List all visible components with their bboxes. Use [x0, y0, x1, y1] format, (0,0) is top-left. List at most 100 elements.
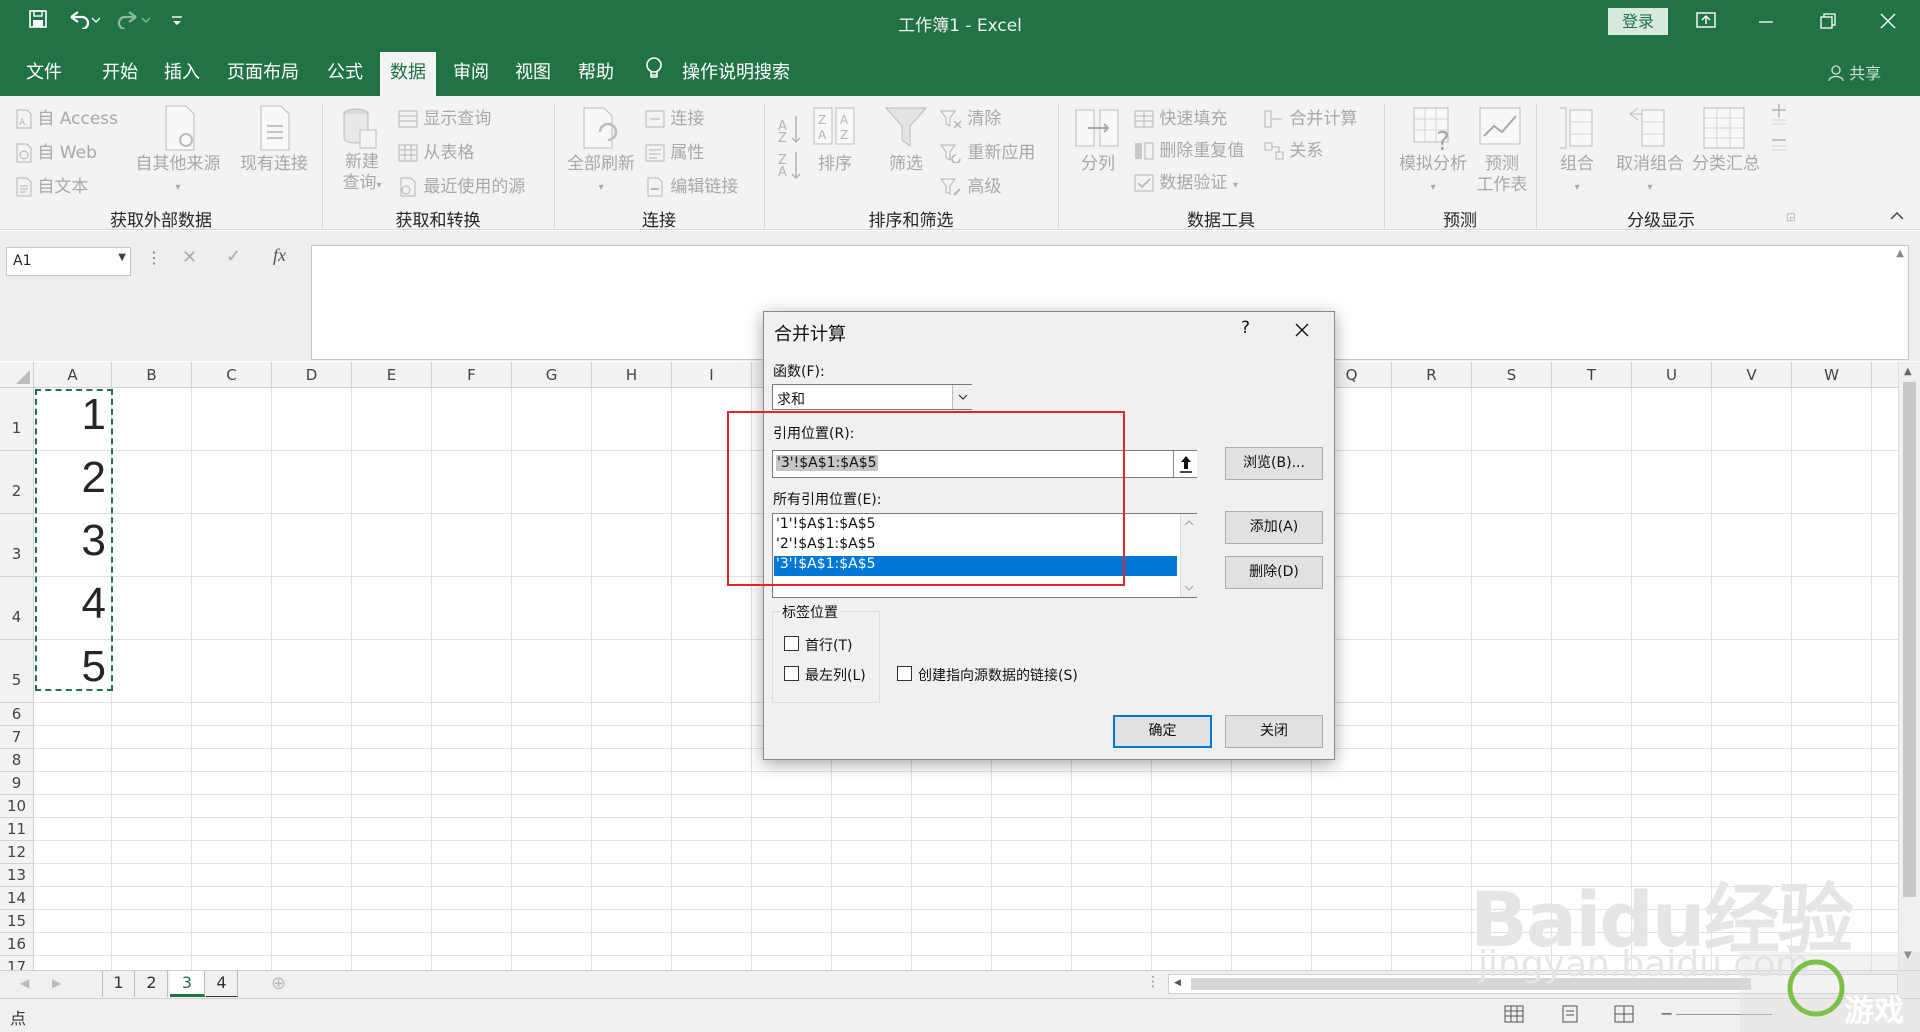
sheet-tab-3[interactable]: 3	[170, 971, 205, 997]
name-box[interactable]: A1 ▼	[6, 247, 131, 276]
advanced-filter-button[interactable]: 高级	[940, 172, 1001, 197]
sheet-tab-4[interactable]: 4	[206, 971, 238, 997]
row-header-17[interactable]: 17	[0, 956, 34, 970]
dialog-launcher-icon[interactable]: ◲	[1786, 212, 1795, 223]
close-icon[interactable]	[1294, 314, 1310, 344]
column-header-i[interactable]: I	[672, 362, 752, 388]
row-header-2[interactable]: 2	[0, 451, 34, 514]
show-queries-button[interactable]: 显示查询	[398, 104, 491, 129]
login-button[interactable]: 登录	[1608, 8, 1668, 35]
restore-icon[interactable]	[1808, 8, 1848, 36]
row-header-11[interactable]: 11	[0, 818, 34, 841]
collapse-dialog-icon[interactable]	[1173, 451, 1197, 477]
vertical-scrollbar[interactable]: ▲ ▼	[1898, 362, 1920, 970]
consolidate-button[interactable]: 合并计算	[1264, 104, 1357, 129]
tab-help[interactable]: 帮助	[578, 58, 614, 84]
left-column-label[interactable]: 最左列(L)	[805, 665, 866, 685]
from-text-button[interactable]: 自文本	[16, 172, 88, 197]
scroll-thumb[interactable]	[1903, 382, 1916, 897]
row-header-14[interactable]: 14	[0, 887, 34, 910]
tab-review[interactable]: 审阅	[453, 58, 489, 84]
clear-button[interactable]: 清除	[940, 104, 1001, 129]
browse-button[interactable]: 浏览(B)...	[1225, 447, 1323, 480]
from-table-button[interactable]: 从表格	[398, 138, 474, 163]
add-sheet-icon[interactable]: ⊕	[271, 973, 286, 994]
column-header-r[interactable]: R	[1392, 362, 1472, 388]
connections-button[interactable]: 连接	[645, 104, 704, 129]
page-break-view-icon[interactable]	[1614, 1004, 1634, 1028]
column-header-b[interactable]: B	[112, 362, 192, 388]
edit-links-button[interactable]: 编辑链接	[645, 172, 738, 197]
confirm-entry-icon[interactable]: ✓	[226, 246, 241, 267]
row-header-4[interactable]: 4	[0, 577, 34, 640]
select-all-corner[interactable]	[0, 362, 34, 388]
row-header-8[interactable]: 8	[0, 749, 34, 772]
close-button[interactable]: 关闭	[1225, 715, 1323, 748]
row-header-7[interactable]: 7	[0, 726, 34, 749]
row-header-5[interactable]: 5	[0, 640, 34, 703]
ungroup-button[interactable]: 取消组合 ▾	[1610, 154, 1690, 198]
row-header-6[interactable]: 6	[0, 703, 34, 726]
share-button[interactable]: 共享	[1828, 60, 1881, 84]
scroll-up-icon[interactable]: ▲	[1904, 366, 1912, 377]
row-header-3[interactable]: 3	[0, 514, 34, 577]
column-header-a[interactable]: A	[34, 362, 112, 388]
previous-sheet-icon[interactable]: ◀	[20, 976, 29, 990]
existing-connections-button[interactable]: 现有连接	[234, 154, 314, 175]
list-scrollbar[interactable]	[1180, 514, 1197, 597]
create-links-checkbox[interactable]	[897, 666, 912, 681]
row-header-16[interactable]: 16	[0, 933, 34, 956]
function-select[interactable]: 求和	[772, 384, 972, 410]
tab-formulas[interactable]: 公式	[327, 58, 363, 84]
scroll-left-icon[interactable]: ◀	[1174, 978, 1181, 988]
help-icon[interactable]: ?	[1241, 318, 1250, 338]
column-header-f[interactable]: F	[432, 362, 512, 388]
what-if-analysis-button[interactable]: 模拟分析 ▾	[1393, 154, 1473, 198]
chevron-down-icon[interactable]: ▼	[118, 252, 126, 263]
collapse-ribbon-icon[interactable]	[1890, 208, 1904, 224]
column-header-t[interactable]: T	[1552, 362, 1632, 388]
row-header-10[interactable]: 10	[0, 795, 34, 818]
zoom-out-icon[interactable]: −	[1660, 1004, 1673, 1023]
tab-page-layout[interactable]: 页面布局	[227, 58, 299, 84]
row-header-12[interactable]: 12	[0, 841, 34, 864]
tab-insert[interactable]: 插入	[164, 58, 200, 84]
minimize-icon[interactable]	[1746, 8, 1786, 36]
reapply-button[interactable]: 重新应用	[940, 138, 1035, 163]
filter-button[interactable]: 筛选	[882, 154, 930, 175]
text-to-columns-button[interactable]: 分列	[1074, 154, 1122, 175]
close-window-icon[interactable]	[1868, 8, 1908, 36]
ribbon-display-options-icon[interactable]	[1686, 8, 1726, 36]
new-query-button[interactable]: 新建 查询▾	[333, 152, 391, 196]
row-header-9[interactable]: 9	[0, 772, 34, 795]
recent-sources-button[interactable]: 最近使用的源	[398, 172, 525, 197]
insert-function-icon[interactable]: fx	[273, 245, 286, 266]
flash-fill-button[interactable]: 快速填充	[1134, 104, 1227, 129]
next-sheet-icon[interactable]: ▶	[52, 976, 61, 990]
properties-button[interactable]: 属性	[645, 138, 704, 163]
sheet-tab-1[interactable]: 1	[103, 971, 135, 997]
page-layout-view-icon[interactable]	[1560, 1004, 1580, 1028]
tab-data[interactable]: 数据	[380, 52, 436, 96]
row-header-13[interactable]: 13	[0, 864, 34, 887]
column-header-h[interactable]: H	[592, 362, 672, 388]
chevron-down-icon[interactable]	[952, 385, 972, 409]
tab-file[interactable]: 文件	[26, 58, 62, 84]
column-header-e[interactable]: E	[352, 362, 432, 388]
horizontal-split-icon[interactable]: ⋮	[1146, 974, 1160, 990]
group-button[interactable]: 组合 ▾	[1553, 154, 1601, 198]
row-header-15[interactable]: 15	[0, 910, 34, 933]
top-row-label[interactable]: 首行(T)	[805, 635, 852, 655]
chevron-up-icon[interactable]: ▲	[1896, 248, 1904, 259]
refresh-all-button[interactable]: 全部刷新 ▾	[560, 154, 642, 198]
remove-duplicates-button[interactable]: 删除重复值	[1134, 136, 1244, 161]
add-button[interactable]: 添加(A)	[1225, 511, 1323, 544]
from-access-button[interactable]: A 自 Access	[16, 104, 118, 129]
normal-view-icon[interactable]	[1504, 1004, 1524, 1028]
left-column-checkbox[interactable]	[784, 666, 799, 681]
from-web-button[interactable]: 自 Web	[16, 138, 97, 163]
sort-button[interactable]: 排序	[811, 154, 859, 175]
column-header-s[interactable]: S	[1472, 362, 1552, 388]
column-header-w[interactable]: W	[1792, 362, 1872, 388]
delete-button[interactable]: 删除(D)	[1225, 556, 1323, 589]
